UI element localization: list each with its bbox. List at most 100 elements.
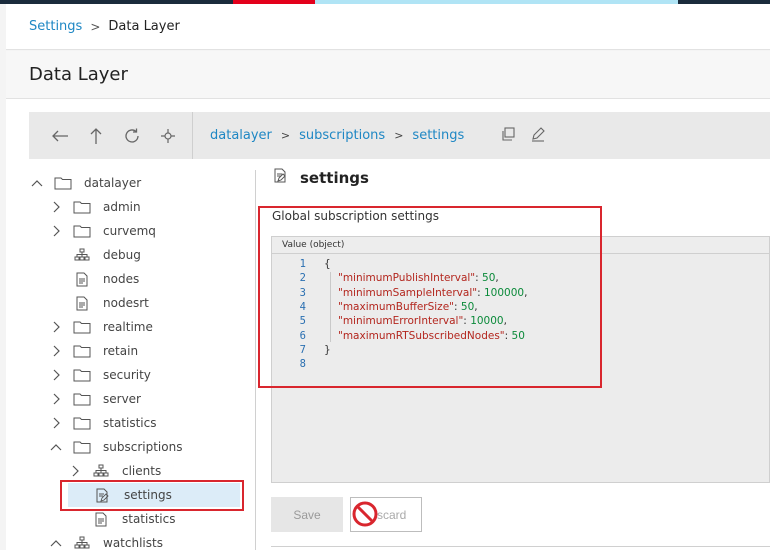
code-line: 7} (272, 343, 769, 357)
breadcrumb-settings-link[interactable]: Settings (29, 19, 82, 34)
path-settings-link[interactable]: settings (412, 128, 464, 143)
json-trailing: , (524, 286, 528, 299)
chevron-right-icon[interactable] (49, 321, 63, 333)
node-tree-icon (73, 247, 91, 263)
line-number: 4 (299, 301, 306, 314)
datalayer-toolbar: datalayer > subscriptions > settings (29, 112, 770, 159)
json-trailing: , (503, 315, 507, 328)
chevron-right-icon[interactable] (68, 465, 82, 477)
code-line: 2 "minimumPublishInterval": 50, (272, 271, 769, 285)
tree-item-label: subscriptions (103, 440, 183, 454)
path-subscriptions-link[interactable]: subscriptions (299, 128, 385, 143)
tree-item-label: security (103, 368, 151, 382)
tree-item-retain[interactable]: retain (49, 339, 225, 363)
tree-item-server[interactable]: server (49, 387, 225, 411)
json-key: "minimumErrorInterval" (338, 315, 464, 328)
json-property: "maximumBufferSize": 50, (338, 301, 478, 314)
tree-item-watchlists[interactable]: watchlists (49, 531, 225, 550)
tree-item-label: server (103, 392, 141, 406)
chevron-right-icon[interactable] (49, 393, 63, 405)
refresh-icon[interactable] (114, 118, 150, 154)
node-tree-icon (73, 535, 91, 550)
locate-icon[interactable] (150, 118, 186, 154)
path-separator: > (394, 129, 404, 142)
json-value: 50 (482, 272, 496, 285)
edit-document-icon (272, 168, 288, 188)
line-number: 2 (299, 272, 306, 285)
tree-item-curvemq[interactable]: curvemq (49, 219, 225, 243)
chevron-up-icon[interactable] (30, 179, 44, 187)
chevron-right-icon[interactable] (49, 345, 63, 357)
path-actions (500, 126, 546, 146)
folder-icon (73, 391, 91, 407)
tree-item-statistics[interactable]: statistics (49, 411, 225, 435)
back-arrow-icon[interactable] (42, 118, 78, 154)
line-number: 6 (299, 329, 306, 342)
save-button[interactable]: Save (271, 497, 343, 532)
tree-item-label: nodes (103, 272, 140, 286)
tree-item-label: clients (122, 464, 162, 478)
tree-item-label: watchlists (103, 536, 163, 550)
chevron-right-icon[interactable] (49, 225, 63, 237)
path-separator: > (280, 129, 291, 142)
code-line: 3 "minimumSampleInterval": 100000, (272, 286, 769, 300)
json-key: "minimumSampleInterval" (338, 286, 478, 299)
folder-icon (73, 223, 91, 239)
copy-icon[interactable] (500, 126, 516, 146)
json-property: "minimumSampleInterval": 100000, (338, 286, 528, 299)
up-arrow-icon[interactable] (78, 118, 114, 154)
line-number: 7 (299, 343, 306, 356)
tree-item-label: datalayer (84, 176, 142, 190)
edit-document-icon (94, 487, 112, 503)
tree-item-nodesrt[interactable]: nodesrt (49, 291, 225, 315)
line-number: 5 (299, 315, 306, 328)
document-icon (73, 271, 91, 287)
toolbar-divider (192, 112, 193, 159)
tree-item-security[interactable]: security (49, 363, 225, 387)
indent-guide (330, 272, 331, 342)
chevron-right-icon[interactable] (49, 369, 63, 381)
json-brace: } (324, 343, 331, 356)
folder-icon (73, 439, 91, 455)
tree-item-subscriptions[interactable]: subscriptions (49, 435, 225, 459)
tree-item-label: curvemq (103, 224, 156, 238)
line-number: 1 (299, 258, 306, 271)
tree-item-admin[interactable]: admin (49, 195, 225, 219)
code-line: 6 "maximumRTSubscribedNodes": 50 (272, 328, 769, 342)
tree-item-statistics[interactable]: statistics (68, 507, 225, 531)
json-key: "maximumRTSubscribedNodes" (338, 329, 505, 342)
chevron-right-icon[interactable] (49, 417, 63, 429)
folder-icon (73, 367, 91, 383)
folder-icon (73, 343, 91, 359)
tree-item-realtime[interactable]: realtime (49, 315, 225, 339)
tree-item-label: admin (103, 200, 141, 214)
json-property: "maximumRTSubscribedNodes": 50 (338, 329, 525, 342)
folder-icon (73, 415, 91, 431)
json-value: 50 (460, 301, 475, 314)
chevron-right-icon[interactable] (49, 201, 63, 213)
panel-bottom-divider (271, 546, 770, 547)
page-title: Data Layer (29, 64, 128, 85)
chevron-up-icon[interactable] (49, 443, 63, 451)
line-number: 8 (299, 358, 306, 371)
tree-item-label: nodesrt (103, 296, 149, 310)
tree-item-label: retain (103, 344, 139, 358)
json-brace: { (324, 258, 331, 271)
not-allowed-cursor-icon (352, 501, 378, 527)
code-area[interactable]: 1 {2 "minimumPublishInterval": 50, 3 "minimu… (272, 254, 769, 371)
json-value: 100000 (483, 286, 525, 299)
tree-item-clients[interactable]: clients (68, 459, 225, 483)
tree-item-settings[interactable]: settings (68, 483, 240, 507)
edit-icon[interactable] (530, 126, 546, 146)
code-line: 8 (272, 357, 769, 371)
line-number: 3 (299, 286, 306, 299)
panel-header: settings (272, 168, 369, 188)
chevron-up-icon[interactable] (49, 539, 63, 547)
page-title-bar: Data Layer (6, 51, 770, 99)
tree-item-label: realtime (103, 320, 153, 334)
tree-item-debug[interactable]: debug (49, 243, 225, 267)
path-datalayer-link[interactable]: datalayer (210, 128, 272, 143)
tree-item-nodes[interactable]: nodes (49, 267, 225, 291)
json-editor[interactable]: Value (object) 1{2 "minimumPublishInterva… (271, 236, 770, 483)
tree-item-datalayer[interactable]: datalayer (30, 171, 225, 195)
